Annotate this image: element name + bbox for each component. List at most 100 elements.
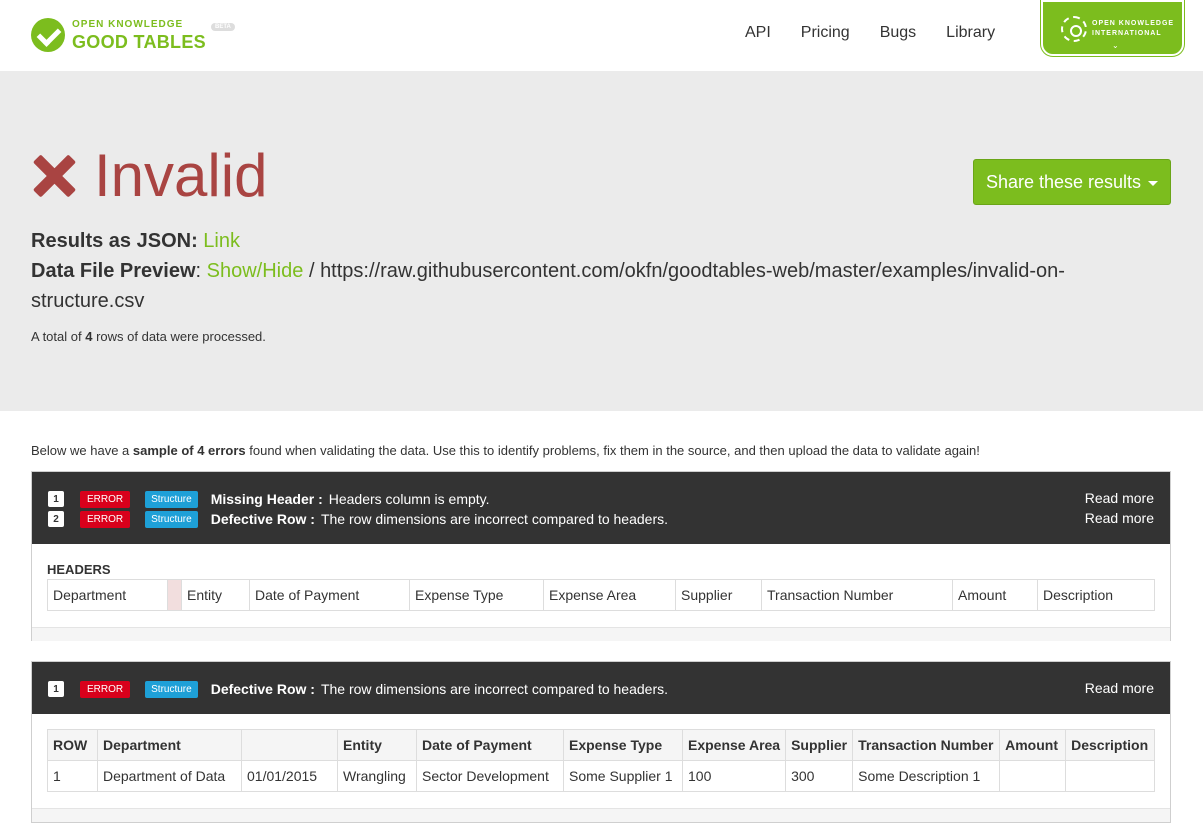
error-count: sample of 4 errors	[132, 443, 246, 458]
oki-logo-icon	[1061, 16, 1087, 42]
json-row: Results as JSON: Link	[31, 226, 1141, 256]
column-header: Amount	[999, 729, 1067, 761]
top-navbar: OPEN KNOWLEDGE GOOD TABLES BETA API Pric…	[0, 0, 1203, 71]
nav-menu: API Pricing Bugs Library	[745, 24, 1025, 42]
rows-table: ROW Department Entity Date of Payment Ex…	[47, 729, 1155, 792]
header-cell: Supplier	[675, 579, 762, 611]
json-label: Results as JSON:	[31, 230, 198, 252]
results-summary: Invalid Share these results Results as J…	[0, 71, 1203, 411]
column-header: Expense Type	[563, 729, 683, 761]
oki-dropdown[interactable]: OPEN KNOWLEDGE INTERNATIONAL ⌄	[1041, 0, 1184, 56]
read-more-link[interactable]: Read more	[1085, 490, 1154, 506]
error-type-badge: Structure	[145, 490, 198, 508]
error-type-badge: Structure	[145, 510, 198, 528]
error-number: 1	[48, 681, 64, 697]
headers-table: Department Entity Date of Payment Expens…	[47, 579, 1155, 611]
error-panel-header: 1 ERROR Structure Defective Row : The ro…	[32, 662, 1170, 714]
table-row: Department Entity Date of Payment Expens…	[47, 579, 1155, 611]
nav-link-pricing[interactable]: Pricing	[801, 24, 850, 42]
error-title: Defective Row :	[210, 681, 315, 697]
header-cell: Transaction Number	[761, 579, 953, 611]
nav-link-bugs[interactable]: Bugs	[880, 24, 916, 42]
show-hide-link[interactable]: Show/Hide	[207, 260, 304, 282]
oki-line1: OPEN KNOWLEDGE	[1092, 20, 1175, 27]
read-more-link[interactable]: Read more	[1085, 680, 1154, 696]
column-header: Description	[1065, 729, 1155, 761]
header-cell: Expense Area	[543, 579, 676, 611]
error-panel-body: HEADERS Department Entity Date of Paymen…	[32, 544, 1170, 627]
share-results-button[interactable]: Share these results	[973, 159, 1171, 205]
error-level-badge: ERROR	[80, 510, 131, 528]
error-description: The row dimensions are incorrect compare…	[320, 511, 669, 527]
error-description: Headers column is empty.	[328, 491, 490, 507]
brand-logo[interactable]: OPEN KNOWLEDGE GOOD TABLES	[31, 18, 206, 52]
table-cell: 01/01/2015	[241, 760, 338, 792]
column-header: Expense Area	[681, 729, 787, 761]
table-cell: Wrangling	[337, 760, 417, 792]
oki-line2: INTERNATIONAL	[1092, 30, 1162, 37]
panel-footer	[32, 808, 1170, 822]
column-header: ROW	[47, 729, 98, 761]
caret-down-icon	[1148, 180, 1159, 186]
table-cell: Department of Data	[97, 760, 242, 792]
error-item: 2 ERROR Structure Defective Row : The ro…	[48, 510, 668, 528]
column-header: Entity	[337, 729, 417, 761]
error-number: 1	[48, 491, 64, 507]
error-panel-body: ROW Department Entity Date of Payment Ex…	[32, 714, 1170, 808]
share-button-label: Share these results	[985, 171, 1142, 192]
table-header-row: ROW Department Entity Date of Payment Ex…	[47, 729, 1155, 761]
column-header	[241, 729, 338, 761]
table-cell	[999, 760, 1067, 792]
table-cell: 100	[681, 760, 787, 792]
table-row: 1 Department of Data 01/01/2015 Wranglin…	[47, 760, 1155, 792]
table-cell: 300	[785, 760, 854, 792]
check-logo-icon	[31, 18, 65, 52]
preview-label: Data File Preview	[31, 260, 196, 282]
nav-link-library[interactable]: Library	[946, 24, 995, 42]
read-more-link[interactable]: Read more	[1085, 510, 1154, 526]
error-type-badge: Structure	[145, 680, 198, 698]
table-cell: Some Description 1	[852, 760, 1001, 792]
error-number: 2	[48, 511, 64, 527]
error-item: 1 ERROR Structure Missing Header : Heade…	[48, 490, 490, 508]
header-cell: Description	[1037, 579, 1155, 611]
error-description: The row dimensions are incorrect compare…	[320, 681, 669, 697]
errors-intro: Below we have a sample of 4 errors found…	[31, 443, 980, 458]
header-cell: Entity	[181, 579, 250, 611]
preview-row: Data File Preview: Show/Hide / https://r…	[31, 260, 1065, 312]
header-cell: Date of Payment	[249, 579, 410, 611]
table-cell: Some Supplier 1	[563, 760, 683, 792]
close-icon	[31, 153, 77, 199]
table-cell: 1	[47, 760, 98, 792]
chevron-down-icon: ⌄	[1112, 41, 1119, 50]
headers-title: HEADERS	[47, 562, 111, 577]
column-header: Transaction Number	[852, 729, 1001, 761]
error-title: Defective Row :	[210, 511, 315, 527]
error-panel-header: 1 ERROR Structure Missing Header : Heade…	[32, 472, 1170, 544]
header-cell: Expense Type	[409, 579, 544, 611]
results-meta: Results as JSON: Link Data File Preview:…	[31, 226, 1141, 316]
json-link[interactable]: Link	[203, 230, 240, 252]
brand-subtitle: OPEN KNOWLEDGE	[72, 18, 184, 30]
error-level-badge: ERROR	[80, 680, 131, 698]
brand-title: GOOD TABLES	[72, 31, 206, 52]
error-panel-rows: 1 ERROR Structure Defective Row : The ro…	[31, 661, 1171, 823]
nav-link-api[interactable]: API	[745, 24, 771, 42]
table-cell: Sector Development	[416, 760, 564, 792]
error-title: Missing Header :	[210, 491, 323, 507]
row-count: 4	[85, 329, 93, 344]
beta-badge: BETA	[211, 23, 235, 31]
table-cell	[1065, 760, 1155, 792]
header-cell-empty	[167, 579, 182, 611]
panel-footer	[32, 627, 1170, 641]
status-label: Invalid	[94, 142, 268, 209]
column-header: Department	[97, 729, 242, 761]
error-item: 1 ERROR Structure Defective Row : The ro…	[48, 680, 668, 698]
column-header: Supplier	[785, 729, 854, 761]
header-cell: Amount	[952, 579, 1038, 611]
error-level-badge: ERROR	[80, 490, 131, 508]
separator: /	[308, 260, 315, 282]
processed-summary: A total of 4 rows of data were processed…	[31, 329, 266, 344]
error-panel-headers: 1 ERROR Structure Missing Header : Heade…	[31, 471, 1171, 641]
header-cell: Department	[47, 579, 168, 611]
